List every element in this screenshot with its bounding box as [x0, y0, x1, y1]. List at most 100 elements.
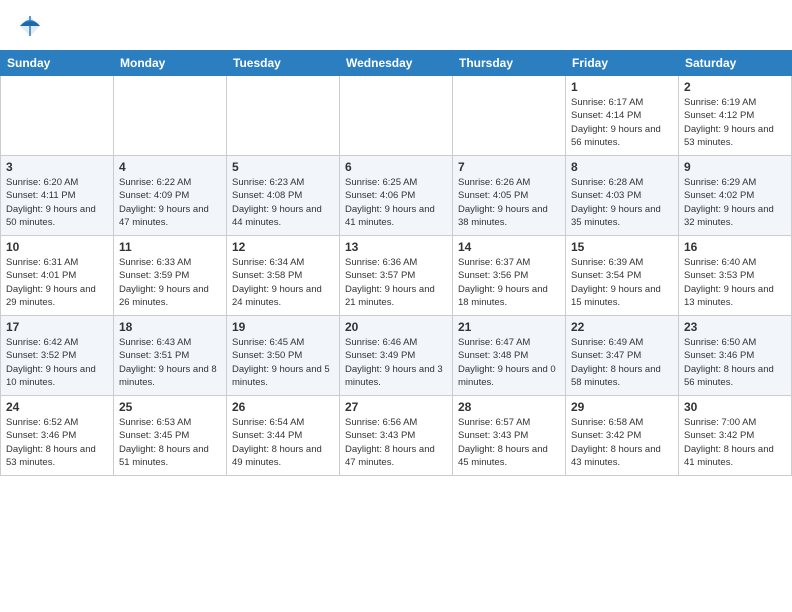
calendar-week-row: 3 Sunrise: 6:20 AM Sunset: 4:11 PM Daylig… — [1, 156, 792, 236]
day-number: 2 — [684, 80, 786, 94]
day-info: Sunrise: 6:39 AM Sunset: 3:54 PM Dayligh… — [571, 256, 673, 309]
day-number: 30 — [684, 400, 786, 414]
day-number: 27 — [345, 400, 447, 414]
day-number: 8 — [571, 160, 673, 174]
calendar-cell: 14Sunrise: 6:37 AM Sunset: 3:56 PM Dayli… — [453, 236, 566, 316]
day-info: Sunrise: 6:22 AM Sunset: 4:09 PM Dayligh… — [119, 176, 221, 229]
calendar-cell: 20 Sunrise: 6:46 AM Sunset: 3:49 PM Dayli… — [340, 316, 453, 396]
day-number: 12 — [232, 240, 334, 254]
calendar-cell: 26 Sunrise: 6:54 AM Sunset: 3:44 PM Dayli… — [227, 396, 340, 476]
day-number: 11 — [119, 240, 221, 254]
day-info: Sunrise: 6:28 AM Sunset: 4:03 PM Dayligh… — [571, 176, 673, 229]
calendar-cell: 17 Sunrise: 6:42 AM Sunset: 3:52 PM Dayli… — [1, 316, 114, 396]
day-number: 15 — [571, 240, 673, 254]
calendar-cell: 12 Sunrise: 6:34 AM Sunset: 3:58 PM Dayli… — [227, 236, 340, 316]
day-info: Sunrise: 6:57 AM Sunset: 3:43 PM Dayligh… — [458, 416, 560, 469]
day-number: 29 — [571, 400, 673, 414]
calendar-cell: 8 Sunrise: 6:28 AM Sunset: 4:03 PM Daylig… — [566, 156, 679, 236]
calendar-cell: 15 Sunrise: 6:39 AM Sunset: 3:54 PM Dayli… — [566, 236, 679, 316]
calendar-week-row: 24 Sunrise: 6:52 AM Sunset: 3:46 PM Dayli… — [1, 396, 792, 476]
day-info: Sunrise: 6:20 AM Sunset: 4:11 PM Dayligh… — [6, 176, 108, 229]
day-info: Sunrise: 6:47 AM Sunset: 3:48 PM Dayligh… — [458, 336, 560, 389]
calendar-cell: 13 Sunrise: 6:36 AM Sunset: 3:57 PM Dayli… — [340, 236, 453, 316]
day-number: 25 — [119, 400, 221, 414]
day-info: Sunrise: 6:40 AM Sunset: 3:53 PM Dayligh… — [684, 256, 786, 309]
day-info: Sunrise: 6:49 AM Sunset: 3:47 PM Dayligh… — [571, 336, 673, 389]
day-number: 16 — [684, 240, 786, 254]
day-number: 21 — [458, 320, 560, 334]
logo — [16, 12, 48, 40]
calendar-day-header: Saturday — [679, 51, 792, 76]
day-number: 14 — [458, 240, 560, 254]
day-info: Sunrise: 6:45 AM Sunset: 3:50 PM Dayligh… — [232, 336, 334, 389]
day-number: 9 — [684, 160, 786, 174]
calendar-cell — [453, 76, 566, 156]
calendar-cell: 2 Sunrise: 6:19 AM Sunset: 4:12 PM Daylig… — [679, 76, 792, 156]
day-info: Sunrise: 6:46 AM Sunset: 3:49 PM Dayligh… — [345, 336, 447, 389]
calendar-day-header: Friday — [566, 51, 679, 76]
logo-icon — [16, 12, 44, 40]
calendar-cell: 19Sunrise: 6:45 AM Sunset: 3:50 PM Dayli… — [227, 316, 340, 396]
day-number: 13 — [345, 240, 447, 254]
day-info: Sunrise: 6:56 AM Sunset: 3:43 PM Dayligh… — [345, 416, 447, 469]
day-info: Sunrise: 6:31 AM Sunset: 4:01 PM Dayligh… — [6, 256, 108, 309]
calendar-header-row: SundayMondayTuesdayWednesdayThursdayFrid… — [1, 51, 792, 76]
calendar-day-header: Sunday — [1, 51, 114, 76]
day-number: 3 — [6, 160, 108, 174]
calendar-week-row: 10 Sunrise: 6:31 AM Sunset: 4:01 PM Dayli… — [1, 236, 792, 316]
day-info: Sunrise: 6:36 AM Sunset: 3:57 PM Dayligh… — [345, 256, 447, 309]
day-number: 22 — [571, 320, 673, 334]
calendar-cell: 16 Sunrise: 6:40 AM Sunset: 3:53 PM Dayli… — [679, 236, 792, 316]
calendar-cell: 10 Sunrise: 6:31 AM Sunset: 4:01 PM Dayli… — [1, 236, 114, 316]
calendar-week-row: 17 Sunrise: 6:42 AM Sunset: 3:52 PM Dayli… — [1, 316, 792, 396]
calendar-cell: 27 Sunrise: 6:56 AM Sunset: 3:43 PM Dayli… — [340, 396, 453, 476]
day-number: 7 — [458, 160, 560, 174]
day-info: Sunrise: 6:54 AM Sunset: 3:44 PM Dayligh… — [232, 416, 334, 469]
calendar-cell — [114, 76, 227, 156]
day-info: Sunrise: 6:50 AM Sunset: 3:46 PM Dayligh… — [684, 336, 786, 389]
calendar-cell: 22 Sunrise: 6:49 AM Sunset: 3:47 PM Dayli… — [566, 316, 679, 396]
calendar-day-header: Tuesday — [227, 51, 340, 76]
day-info: Sunrise: 6:43 AM Sunset: 3:51 PM Dayligh… — [119, 336, 221, 389]
day-number: 20 — [345, 320, 447, 334]
page-header — [0, 0, 792, 44]
calendar-cell: 6 Sunrise: 6:25 AM Sunset: 4:06 PM Daylig… — [340, 156, 453, 236]
calendar-cell: 30 Sunrise: 7:00 AM Sunset: 3:42 PM Dayli… — [679, 396, 792, 476]
day-number: 24 — [6, 400, 108, 414]
day-number: 28 — [458, 400, 560, 414]
calendar-cell: 7Sunrise: 6:26 AM Sunset: 4:05 PM Daylig… — [453, 156, 566, 236]
day-info: Sunrise: 6:34 AM Sunset: 3:58 PM Dayligh… — [232, 256, 334, 309]
calendar-week-row: 1Sunrise: 6:17 AM Sunset: 4:14 PM Daylig… — [1, 76, 792, 156]
day-number: 26 — [232, 400, 334, 414]
day-info: Sunrise: 6:25 AM Sunset: 4:06 PM Dayligh… — [345, 176, 447, 229]
calendar-cell: 25 Sunrise: 6:53 AM Sunset: 3:45 PM Dayli… — [114, 396, 227, 476]
calendar-cell — [1, 76, 114, 156]
calendar-cell: 21 Sunrise: 6:47 AM Sunset: 3:48 PM Dayli… — [453, 316, 566, 396]
day-info: Sunrise: 6:19 AM Sunset: 4:12 PM Dayligh… — [684, 96, 786, 149]
calendar-cell: 1Sunrise: 6:17 AM Sunset: 4:14 PM Daylig… — [566, 76, 679, 156]
calendar-cell — [340, 76, 453, 156]
calendar: SundayMondayTuesdayWednesdayThursdayFrid… — [0, 50, 792, 476]
day-number: 10 — [6, 240, 108, 254]
calendar-cell: 23Sunrise: 6:50 AM Sunset: 3:46 PM Dayli… — [679, 316, 792, 396]
calendar-cell: 4 Sunrise: 6:22 AM Sunset: 4:09 PM Daylig… — [114, 156, 227, 236]
calendar-day-header: Thursday — [453, 51, 566, 76]
day-number: 17 — [6, 320, 108, 334]
calendar-cell — [227, 76, 340, 156]
day-number: 18 — [119, 320, 221, 334]
calendar-cell: 11 Sunrise: 6:33 AM Sunset: 3:59 PM Dayli… — [114, 236, 227, 316]
calendar-day-header: Monday — [114, 51, 227, 76]
day-info: Sunrise: 6:29 AM Sunset: 4:02 PM Dayligh… — [684, 176, 786, 229]
calendar-cell: 3 Sunrise: 6:20 AM Sunset: 4:11 PM Daylig… — [1, 156, 114, 236]
calendar-cell: 24 Sunrise: 6:52 AM Sunset: 3:46 PM Dayli… — [1, 396, 114, 476]
day-info: Sunrise: 6:52 AM Sunset: 3:46 PM Dayligh… — [6, 416, 108, 469]
day-info: Sunrise: 6:53 AM Sunset: 3:45 PM Dayligh… — [119, 416, 221, 469]
day-info: Sunrise: 7:00 AM Sunset: 3:42 PM Dayligh… — [684, 416, 786, 469]
calendar-day-header: Wednesday — [340, 51, 453, 76]
day-info: Sunrise: 6:33 AM Sunset: 3:59 PM Dayligh… — [119, 256, 221, 309]
calendar-cell: 9 Sunrise: 6:29 AM Sunset: 4:02 PM Daylig… — [679, 156, 792, 236]
day-number: 6 — [345, 160, 447, 174]
calendar-cell: 29Sunrise: 6:58 AM Sunset: 3:42 PM Dayli… — [566, 396, 679, 476]
day-number: 4 — [119, 160, 221, 174]
day-info: Sunrise: 6:42 AM Sunset: 3:52 PM Dayligh… — [6, 336, 108, 389]
